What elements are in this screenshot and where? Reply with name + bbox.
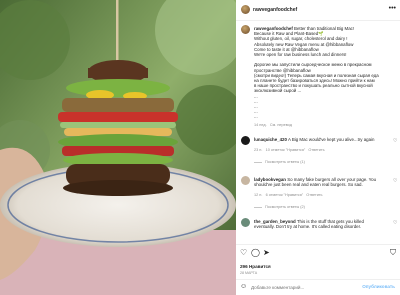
comment-username[interactable]: lunaquiche_420 <box>254 137 287 142</box>
header-username[interactable]: rawveganfoodchef <box>253 7 297 13</box>
comment-like-heart-icon[interactable]: ♡ <box>393 220 397 226</box>
comment-meta: 23 н. 10 отметок "Нравится" Ответить <box>254 148 325 152</box>
emoji-icon[interactable]: ☺ <box>240 283 247 290</box>
comment-time: 23 н. <box>254 148 263 152</box>
caption-avatar[interactable] <box>241 25 250 34</box>
publish-button[interactable]: Опубликовать <box>362 284 395 289</box>
view-replies-button[interactable]: Посмотреть ответы (2) <box>254 205 305 209</box>
comment-like-heart-icon[interactable]: ♡ <box>393 138 397 144</box>
post-caption: rawveganfoodchef Better than traditional… <box>254 26 396 120</box>
comment-likes[interactable]: 6 отметок "Нравится" <box>266 193 304 197</box>
heart-icon[interactable]: ♡ <box>240 249 247 257</box>
more-horizontal-icon[interactable]: ••• <box>389 5 396 12</box>
comment-body: A Big Mac would've kept you alive...try … <box>287 137 375 142</box>
burger-image <box>0 0 236 295</box>
comment-icon[interactable]: ◯ <box>251 249 260 257</box>
actions-divider <box>236 244 400 245</box>
post-side-panel: rawveganfoodchef ••• rawveganfoodchef Be… <box>236 0 400 295</box>
caption-line: ... <box>254 114 258 120</box>
post-actions: ♡ ◯ ➤ ⛉ <box>236 247 400 259</box>
view-replies-button[interactable]: Посмотреть ответы (1) <box>254 160 305 164</box>
comment-text: ladybookvegan So many fake burgers all o… <box>254 177 384 187</box>
header-divider <box>236 20 400 21</box>
avatar[interactable] <box>241 5 250 14</box>
caption-time: 14 нед. <box>254 123 267 127</box>
comment-time: 12 н. <box>254 193 263 197</box>
comment-text: lunaquiche_420 A Big Mac would've kept y… <box>254 137 384 142</box>
post-photo <box>0 0 236 295</box>
comment-avatar[interactable] <box>241 176 250 185</box>
reply-button[interactable]: Ответить <box>308 148 324 152</box>
comment-meta: 12 н. 6 отметок "Нравится" Ответить <box>254 193 323 197</box>
likes-count[interactable]: 296 Нравится <box>240 264 271 269</box>
share-icon[interactable]: ➤ <box>263 249 270 257</box>
bookmark-icon[interactable]: ⛉ <box>390 249 396 257</box>
comment-avatar[interactable] <box>241 136 250 145</box>
comment-avatar[interactable] <box>241 218 250 227</box>
post-date: 28 МАРТА <box>240 271 258 275</box>
caption-meta: 14 нед. См. перевод <box>254 123 292 127</box>
add-comment-row: ☺ Опубликовать <box>236 280 400 295</box>
reply-button[interactable]: Ответить <box>306 193 322 197</box>
add-comment-input[interactable] <box>251 283 361 291</box>
comment-text: the_garden_beyond This is the stuff that… <box>254 219 384 230</box>
see-translation-link[interactable]: См. перевод <box>270 123 292 127</box>
post-header: rawveganfoodchef ••• <box>236 0 400 20</box>
comment-likes[interactable]: 10 отметок "Нравится" <box>266 148 306 152</box>
comment-like-heart-icon[interactable]: ♡ <box>393 178 397 184</box>
